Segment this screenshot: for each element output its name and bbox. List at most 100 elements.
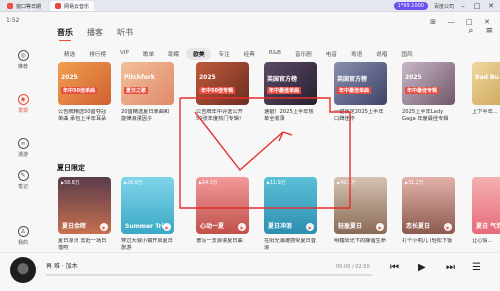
category-item[interactable]: 说唱: [369, 48, 394, 60]
host-tab-label: 网易云音乐: [64, 3, 90, 10]
playlist-desc: 谱写一支浪漫夏日曲: [196, 238, 243, 244]
cover-label: Summer Trip: [125, 223, 168, 230]
cover-title: Pitchfork: [124, 74, 155, 81]
playlist-desc: 公告牌年中评选公开 50张年度热门专辑！: [196, 109, 245, 122]
category-item[interactable]: 精选: [57, 48, 82, 60]
play-icon[interactable]: ▶: [418, 262, 426, 273]
recommend-icon: ◎: [17, 50, 29, 61]
host-tab-active[interactable]: 网易云音乐: [50, 1, 95, 11]
playlist-cover: 英国官方榜 年中最佳单曲: [264, 62, 317, 105]
playlist-desc: 一键锁定2025上半年口碑佳作: [334, 109, 384, 122]
play-icon[interactable]: ▶: [444, 223, 452, 231]
playlist-card[interactable]: 2025 年中50佳单曲 公告牌精选50首夺冠单曲 承包上半年耳朵: [58, 62, 111, 123]
now-playing-cover[interactable]: [10, 257, 36, 283]
playlist-cover: 英国官方榜 年中最佳单曲: [334, 62, 387, 105]
playlist-cover: Bad Bu: [472, 62, 500, 105]
cover-label: 心动一夏: [200, 223, 225, 230]
playlist-card[interactable]: 14.3万 心动一夏 ▶ 谱写一支浪漫夏日曲: [196, 177, 249, 252]
cover-label: 夏日冲浪: [268, 223, 293, 230]
playlist-card[interactable]: Bad Bu 上下半年...: [472, 62, 500, 123]
play-icon[interactable]: ▶: [306, 223, 314, 231]
app-window: 1:52 ◎ 推荐 ◉ 发现 ∞ 漫游 ✎ 笔记 ♙ 我的 ⊞ — □ ✕ 音乐…: [0, 12, 500, 291]
playlist-card[interactable]: 2025 年中最佳专辑 2025上半年Lady Gaga 年度最佳专辑: [402, 62, 455, 123]
category-item[interactable]: 排行榜: [82, 48, 113, 60]
sidebar-item-notes[interactable]: ✎ 笔记: [0, 170, 46, 196]
previous-icon[interactable]: ⏮: [390, 262, 399, 273]
sidebar-item-roam[interactable]: ∞ 漫游: [0, 138, 46, 164]
category-item[interactable]: 助眠: [161, 48, 186, 60]
sidebar-item-label: 我的: [17, 240, 28, 246]
playlist-cover: 49.2万 轻盈夏日 ▶: [334, 177, 387, 234]
play-count: 58.8万: [61, 179, 79, 186]
cover-subtitle: 年中最佳专辑: [405, 87, 440, 94]
playlist-cover: 2025 年中最佳专辑: [402, 62, 455, 105]
playlist-card[interactable]: 26.8万 Summer Trip ▶ 穿过大城小镇开启夏日旅游: [121, 177, 174, 252]
section-title: 夏日限定: [57, 164, 85, 172]
playlist-cover: 2025 年中50佳单曲: [58, 62, 111, 105]
cover-subtitle: 夏日之歌: [124, 87, 149, 94]
player-bar: 再 难 · 加木 00:00 / 02:50 ⏮ ▶ ⏭ ☰: [0, 252, 500, 291]
close-icon[interactable]: ✕: [484, 0, 498, 12]
playlist-card[interactable]: 31.2万 恋长夏日 ▶ 打个小响儿 (轻松下饭: [402, 177, 455, 252]
playlist-card[interactable]: 11.9万 夏日冲浪 ▶ 在阳光海滩感受夏日音浪: [264, 177, 317, 252]
tab-audiobook[interactable]: 听书: [117, 27, 133, 41]
playlist-cover: 11.9万 夏日冲浪 ▶: [264, 177, 317, 234]
playlist-card[interactable]: 英国官方榜 年中最佳单曲 速戳！2025上半年热单全收录: [264, 62, 317, 123]
playlist-desc: 公告牌精选50首夺冠单曲 承包上半年耳朵: [58, 109, 107, 122]
cover-title: 英国官方榜: [267, 76, 298, 83]
host-tab-label: 窗口等日期: [16, 3, 42, 10]
host-status: 1*99.1000 百度公司: [393, 1, 454, 11]
playlist-desc: 速戳！2025上半年热单全收录: [264, 109, 314, 122]
cover-title: 英国官方榜: [337, 76, 368, 83]
progress-bar[interactable]: [46, 274, 372, 276]
sidebar-item-label: 推荐: [17, 64, 28, 70]
play-icon[interactable]: ▶: [100, 223, 108, 231]
playlist-card[interactable]: 英国官方榜 年中最佳单曲 一键锁定2025上半年口碑佳作: [334, 62, 387, 123]
play-icon[interactable]: ▶: [238, 223, 246, 231]
playlist-card[interactable]: 夏日 气泡 让心情...: [472, 177, 500, 252]
category-item[interactable]: 歌单: [136, 48, 161, 60]
cover-title: 2025: [405, 74, 422, 81]
sidebar-item-recommend[interactable]: ◎ 推荐: [0, 50, 46, 76]
playlist-card[interactable]: Pitchfork 夏日之歌 20首精选夏日单曲和旋律浪漫因子: [121, 62, 174, 123]
host-badge: 1*99.1000: [393, 2, 428, 10]
app-icon: [55, 3, 61, 9]
playlist-card[interactable]: 58.8万 夏日余晖 ▶ 夏日凉灵 去赶一场日落吧: [58, 177, 111, 252]
sidebar-item-mine[interactable]: ♙ 我的: [0, 226, 46, 252]
category-item[interactable]: VIP: [113, 48, 136, 60]
menu-icon[interactable]: ≡: [485, 26, 493, 36]
play-icon[interactable]: ▶: [376, 223, 384, 231]
minimize-icon[interactable]: –: [456, 0, 470, 12]
category-item-active[interactable]: 欧美: [186, 48, 212, 60]
play-count: 14.3万: [199, 179, 217, 186]
notes-icon: ✎: [17, 170, 29, 181]
category-item[interactable]: 国风: [394, 48, 419, 60]
search-icon[interactable]: ⌕: [468, 26, 473, 36]
category-item[interactable]: 音乐剧: [288, 48, 319, 60]
playlist-cover: Pitchfork 夏日之歌: [121, 62, 174, 105]
playlist-desc: 让心情...: [472, 238, 493, 244]
playlist-desc: 2025上半年Lady Gaga 年度最佳专辑: [402, 109, 449, 122]
category-item[interactable]: 专注: [211, 48, 236, 60]
playlist-card[interactable]: 49.2万 轻盈夏日 ▶ 明媚阳光下的静谧生命: [334, 177, 387, 252]
playlist-desc: 在阳光海滩感受夏日音浪: [264, 238, 316, 251]
category-item[interactable]: 粤语: [344, 48, 369, 60]
playlist-icon[interactable]: ☰: [472, 262, 481, 273]
tab-music[interactable]: 音乐: [57, 27, 73, 41]
cover-subtitle: 年中50佳单曲: [61, 87, 97, 94]
playlist-row-summer: 58.8万 夏日余晖 ▶ 夏日凉灵 去赶一场日落吧 26.8万 Summer T…: [50, 177, 500, 252]
playback-time: 00:00 / 02:50: [336, 264, 370, 270]
next-icon[interactable]: ⏭: [446, 262, 455, 273]
playlist-row-top: 2025 年中50佳单曲 公告牌精选50首夺冠单曲 承包上半年耳朵 Pitchf…: [50, 62, 500, 131]
playlist-desc: 穿过大城小镇开启夏日旅游: [121, 238, 173, 251]
now-playing-title[interactable]: 再 难 · 加木: [46, 261, 78, 270]
maximize-icon[interactable]: □: [470, 0, 484, 12]
sidebar-item-discover[interactable]: ◉ 发现: [0, 94, 46, 120]
category-item[interactable]: 经典: [237, 48, 262, 60]
category-item[interactable]: 电音: [319, 48, 344, 60]
playlist-card[interactable]: 2025 年中50佳专辑 公告牌年中评选公开 50张年度热门专辑！: [196, 62, 249, 123]
category-item[interactable]: R&B: [262, 48, 288, 60]
tab-podcast[interactable]: 播客: [87, 27, 103, 41]
host-tab[interactable]: 窗口等日期: [2, 1, 46, 11]
play-icon[interactable]: ▶: [163, 223, 171, 231]
